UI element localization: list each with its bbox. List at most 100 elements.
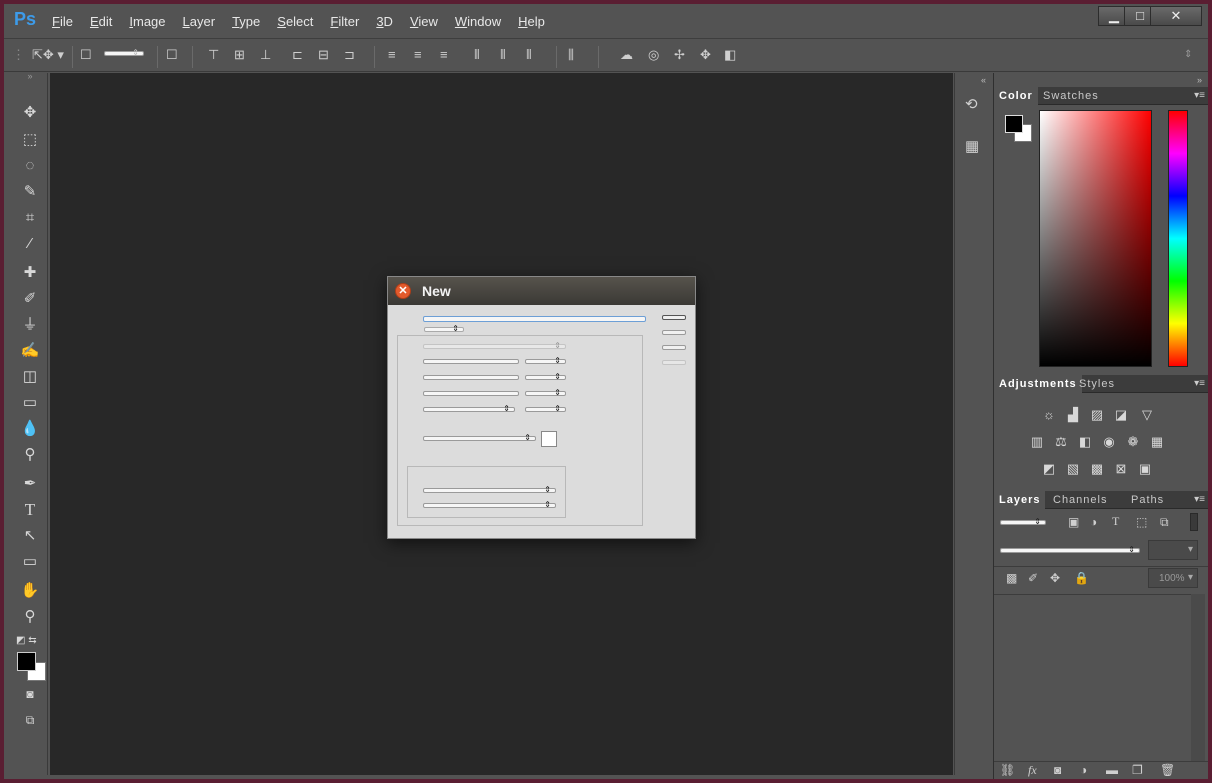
foreground-color-swatch[interactable] xyxy=(17,652,36,671)
distribute-right-icon[interactable]: ⦀ xyxy=(526,48,532,62)
menu-help[interactable]: Help xyxy=(518,14,545,29)
menu-type[interactable]: Type xyxy=(232,14,260,29)
add-mask-icon[interactable]: ◙ xyxy=(1054,763,1061,777)
save-preset-button[interactable] xyxy=(662,345,686,350)
hue-slider[interactable] xyxy=(1168,110,1188,367)
new-group-icon[interactable]: ▬ xyxy=(1106,763,1118,777)
bit-depth-dropdown[interactable]: ⇕ xyxy=(525,404,566,413)
tab-adjustments[interactable]: Adjustments xyxy=(994,375,1082,393)
black-white-icon[interactable]: ◧ xyxy=(1076,434,1094,450)
menu-layer[interactable]: Layer xyxy=(183,14,216,29)
tab-styles[interactable]: Styles xyxy=(1074,375,1120,393)
quick-mask-icon[interactable]: ◙ xyxy=(16,682,44,706)
menu-select[interactable]: Select xyxy=(277,14,313,29)
workspace-switcher-icon[interactable]: ⇕ xyxy=(1184,48,1192,62)
menu-3d[interactable]: 3D xyxy=(376,14,393,29)
path-select-tool-icon[interactable]: ↖ xyxy=(16,524,44,548)
brush-tool-icon[interactable]: ✐ xyxy=(16,287,44,311)
dialog-close-button[interactable]: ✕ xyxy=(395,283,411,299)
3d-slide-icon[interactable]: ✥ xyxy=(700,48,711,62)
invert-icon[interactable]: ◩ xyxy=(1040,461,1058,477)
distribute-vcenter-icon[interactable]: ≡ xyxy=(414,48,422,62)
resolution-unit-dropdown[interactable]: ⇕ xyxy=(525,388,566,397)
fill-field[interactable]: 100% ▾ xyxy=(1148,568,1198,588)
height-input[interactable] xyxy=(423,375,519,380)
color-lookup-icon[interactable]: ▦ xyxy=(1148,434,1166,450)
dock-collapse-icon[interactable]: « xyxy=(981,75,986,85)
threshold-icon[interactable]: ▩ xyxy=(1088,461,1106,477)
color-field[interactable] xyxy=(1039,110,1152,367)
color-profile-dropdown[interactable]: ⇕ xyxy=(423,485,556,494)
screen-mode-icon[interactable]: ⧉ xyxy=(16,708,44,732)
history-panel-icon[interactable]: ⟲ xyxy=(965,95,978,113)
pen-tool-icon[interactable]: ✒ xyxy=(16,472,44,496)
auto-align-icon[interactable]: ⫼ xyxy=(568,48,574,62)
name-input[interactable] xyxy=(423,316,646,322)
menu-view[interactable]: View xyxy=(410,14,438,29)
exposure-icon[interactable]: ◪ xyxy=(1112,407,1130,423)
menu-image[interactable]: Image xyxy=(129,14,165,29)
align-right-icon[interactable]: ⊐ xyxy=(344,48,355,62)
dodge-tool-icon[interactable]: ⚲ xyxy=(16,443,44,467)
align-vcenter-icon[interactable]: ⊞ xyxy=(234,48,245,62)
blend-mode-dropdown[interactable]: ⇕ xyxy=(1000,545,1140,554)
filter-smart-object-icon[interactable]: ⧉ xyxy=(1160,515,1169,530)
tab-swatches[interactable]: Swatches xyxy=(1038,87,1104,105)
layer-filter-kind-dropdown[interactable]: ⇕ xyxy=(1000,517,1046,526)
background-color-preview[interactable] xyxy=(541,431,557,447)
rectangle-tool-icon[interactable]: ▭ xyxy=(16,550,44,574)
move-tool-preset-icon[interactable]: ⇱✥ ▾ xyxy=(32,48,64,62)
preset-dropdown[interactable]: ⇕ xyxy=(424,324,464,333)
new-layer-icon[interactable]: ❐ xyxy=(1132,763,1143,777)
3d-roll-icon[interactable]: ◎ xyxy=(648,48,659,62)
link-layers-icon[interactable]: ⛓ xyxy=(1000,763,1015,777)
lock-transparent-icon[interactable]: ▩ xyxy=(1006,571,1017,585)
posterize-icon[interactable]: ▧ xyxy=(1064,461,1082,477)
levels-icon[interactable]: ▟ xyxy=(1064,407,1082,423)
height-unit-dropdown[interactable]: ⇕ xyxy=(525,372,566,381)
curves-icon[interactable]: ▨ xyxy=(1088,407,1106,423)
filter-pixel-icon[interactable]: ▣ xyxy=(1068,515,1079,529)
3d-orbit-icon[interactable]: ☁ xyxy=(620,48,633,62)
hue-saturation-icon[interactable]: ▥ xyxy=(1028,434,1046,450)
properties-panel-icon[interactable]: ▦ xyxy=(965,137,979,155)
3d-pan-icon[interactable]: ✢ xyxy=(674,48,685,62)
align-left-icon[interactable]: ⊏ xyxy=(292,48,303,62)
lock-position-icon[interactable]: ✥ xyxy=(1050,571,1060,585)
layers-scrollbar[interactable] xyxy=(1191,594,1205,761)
menu-file[interactable]: File xyxy=(52,14,73,29)
quick-select-tool-icon[interactable]: ✎ xyxy=(16,180,44,204)
filter-type-icon[interactable]: T xyxy=(1112,514,1119,529)
distribute-hcenter-icon[interactable]: ⦀ xyxy=(500,48,506,62)
photo-filter-icon[interactable]: ◉ xyxy=(1100,434,1118,450)
distribute-top-icon[interactable]: ≡ xyxy=(388,48,396,62)
color-mode-dropdown[interactable]: ⇕ xyxy=(423,404,515,413)
default-colors-icon[interactable]: ◩ ⇆ xyxy=(16,629,44,653)
menu-window[interactable]: Window xyxy=(455,14,501,29)
delete-preset-button[interactable] xyxy=(662,360,686,365)
pixel-aspect-ratio-dropdown[interactable]: ⇕ xyxy=(423,500,556,509)
marquee-tool-icon[interactable]: ⬚ xyxy=(16,128,44,152)
width-unit-dropdown[interactable]: ⇕ xyxy=(525,356,566,365)
ok-button[interactable] xyxy=(662,315,686,320)
filter-toggle[interactable] xyxy=(1190,513,1198,531)
transform-controls-checkbox[interactable]: ☐ xyxy=(166,48,178,62)
crop-tool-icon[interactable]: ⌗ xyxy=(16,206,44,230)
menu-edit[interactable]: Edit xyxy=(90,14,112,29)
new-adjustment-icon[interactable]: ◑ xyxy=(1080,763,1087,777)
move-tool-icon[interactable]: ✥ xyxy=(16,101,44,125)
layer-style-fx-icon[interactable]: fx xyxy=(1028,763,1037,778)
brightness-contrast-icon[interactable]: ☼ xyxy=(1040,407,1058,423)
auto-select-checkbox[interactable]: ☐ xyxy=(80,48,92,62)
zoom-tool-icon[interactable]: ⚲ xyxy=(16,605,44,629)
channel-mixer-icon[interactable]: ❁ xyxy=(1124,434,1142,450)
hand-tool-icon[interactable]: ✋ xyxy=(16,579,44,603)
blur-tool-icon[interactable]: 💧 xyxy=(16,417,44,441)
type-tool-icon[interactable]: T xyxy=(16,498,44,522)
align-top-icon[interactable]: ⊤ xyxy=(208,48,219,62)
panel-menu-icon[interactable]: ▾≡ xyxy=(1194,494,1205,505)
align-hcenter-icon[interactable]: ⊟ xyxy=(318,48,329,62)
color-balance-icon[interactable]: ⚖ xyxy=(1052,434,1070,450)
panels-collapse-icon[interactable]: » xyxy=(1197,75,1202,85)
tab-paths[interactable]: Paths xyxy=(1126,491,1169,509)
